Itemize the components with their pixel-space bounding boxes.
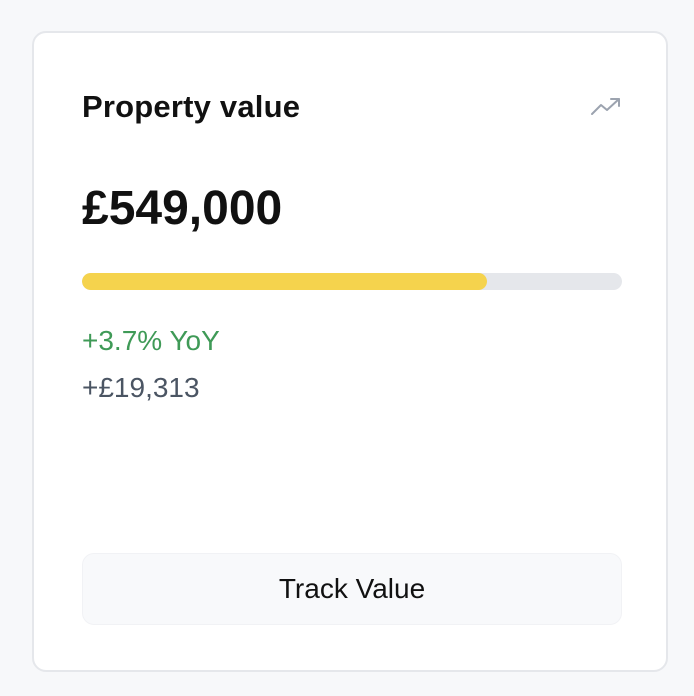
yoy-change-percent: +3.7% YoY <box>82 325 220 356</box>
property-value-card: Property value £549,000 +3.7% YoY +£19,3… <box>32 31 668 672</box>
yoy-change-amount: +£19,313 <box>82 372 200 403</box>
trending-up-icon <box>591 98 620 115</box>
value-progress-fill <box>82 273 487 290</box>
value-progress-bar <box>82 273 622 290</box>
card-title: Property value <box>82 89 301 124</box>
property-value-amount: £549,000 <box>82 182 283 235</box>
track-value-button[interactable]: Track Value <box>82 553 622 625</box>
